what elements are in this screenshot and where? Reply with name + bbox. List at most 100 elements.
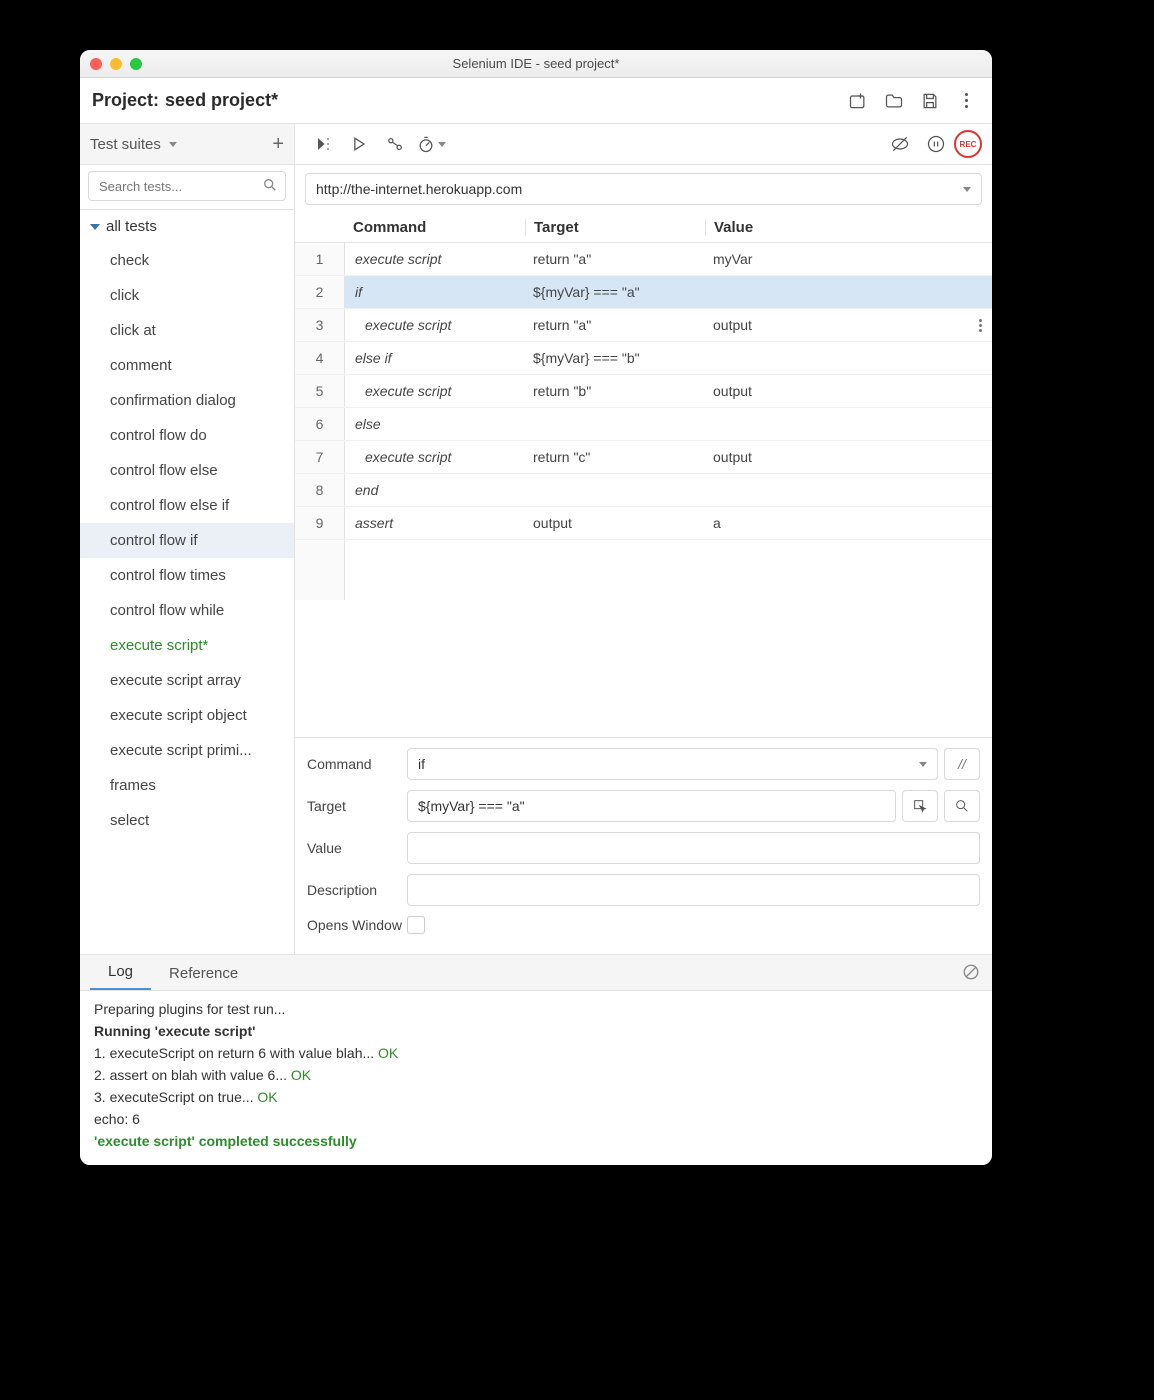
editor-description-input[interactable] [407,874,980,906]
test-item[interactable]: control flow do [80,418,294,453]
command-row[interactable]: 2if${myVar} === "a" [295,276,992,309]
editor-value-input[interactable] [407,832,980,864]
search-input[interactable] [88,171,286,201]
test-item[interactable]: execute script* [80,628,294,663]
base-url-value: http://the-internet.herokuapp.com [316,181,522,197]
command-rows: 1execute scriptreturn "a"myVar2if${myVar… [295,243,992,737]
row-target: return "a" [525,251,705,267]
command-row[interactable]: 4else if${myVar} === "b" [295,342,992,375]
opens-window-checkbox[interactable] [407,916,425,934]
row-command: if [345,284,525,300]
tab-log[interactable]: Log [90,955,151,990]
test-item[interactable]: control flow if [80,523,294,558]
add-suite-button[interactable]: + [272,133,284,156]
editor-target-label: Target [307,798,407,814]
command-row[interactable]: 7execute scriptreturn "c"output [295,441,992,474]
maximize-window-button[interactable] [130,58,142,70]
log-line: 3. executeScript on true... OK [94,1089,978,1105]
toolbar: REC [295,124,992,165]
row-command: else [345,416,525,432]
window-controls [90,58,142,70]
row-target: ${myVar} === "b" [525,350,705,366]
tab-reference[interactable]: Reference [151,957,256,990]
test-list: all tests checkclickclick atcommentconfi… [80,210,294,954]
test-item[interactable]: control flow times [80,558,294,593]
project-name[interactable]: seed project* [165,90,278,111]
test-item[interactable]: check [80,243,294,278]
row-number: 2 [295,276,345,308]
test-item[interactable]: control flow else if [80,488,294,523]
project-label: Project: [92,90,159,111]
editor-command-input[interactable]: if [407,748,938,780]
test-item[interactable]: frames [80,768,294,803]
test-item[interactable]: click at [80,313,294,348]
suite-node-all-tests[interactable]: all tests [80,210,294,243]
titlebar: Selenium IDE - seed project* [80,50,992,78]
command-row[interactable]: 8end [295,474,992,507]
base-url-input[interactable]: http://the-internet.herokuapp.com [305,173,982,205]
test-item[interactable]: confirmation dialog [80,383,294,418]
close-window-button[interactable] [90,58,102,70]
row-command: end [345,482,525,498]
test-item[interactable]: execute script primi... [80,733,294,768]
row-number: 8 [295,474,345,506]
test-item[interactable]: control flow while [80,593,294,628]
run-all-button[interactable] [305,128,341,160]
row-menu-button[interactable] [979,319,982,332]
speed-button[interactable] [413,128,449,160]
project-bar: Project: seed project* [80,78,992,124]
command-row[interactable]: 3execute scriptreturn "a"output [295,309,992,342]
pause-button[interactable] [918,128,954,160]
chevron-down-icon [963,187,971,192]
search-icon [262,177,278,196]
save-project-icon[interactable] [916,87,944,115]
main-panel: REC http://the-internet.herokuapp.com Co… [295,124,992,954]
editor-target-input[interactable]: ${myVar} === "a" [407,790,896,822]
test-item[interactable]: execute script array [80,663,294,698]
log-line: Preparing plugins for test run... [94,1001,978,1017]
app-window: Selenium IDE - seed project* Project: se… [80,50,992,1165]
select-target-button[interactable] [902,790,938,822]
chevron-down-icon [919,762,927,767]
header-target: Target [525,219,705,236]
row-number: 4 [295,342,345,374]
log-line: echo: 6 [94,1111,978,1127]
command-row[interactable]: 9assertoutputa [295,507,992,540]
row-number: 9 [295,507,345,539]
editor-description-label: Description [307,882,407,898]
test-item[interactable]: comment [80,348,294,383]
find-target-button[interactable] [944,790,980,822]
more-menu-button[interactable] [952,87,980,115]
row-command: execute script [345,383,525,399]
test-item[interactable]: click [80,278,294,313]
command-row[interactable]: 5execute scriptreturn "b"output [295,375,992,408]
row-number: 1 [295,243,345,275]
row-target: ${myVar} === "a" [525,284,705,300]
command-table-header: Command Target Value [295,213,992,243]
new-project-icon[interactable] [844,87,872,115]
window-title: Selenium IDE - seed project* [80,56,992,71]
row-command: execute script [345,449,525,465]
test-item[interactable]: control flow else [80,453,294,488]
command-editor: Command if // Target ${myVar} === "a" [295,737,992,954]
test-item[interactable]: execute script object [80,698,294,733]
test-item[interactable]: select [80,803,294,838]
step-over-button[interactable] [377,128,413,160]
clear-log-button[interactable] [962,963,980,984]
command-row[interactable]: 1execute scriptreturn "a"myVar [295,243,992,276]
bottom-panel: Log Reference Preparing plugins for test… [80,954,992,1165]
sidebar: Test suites + all tests checkclickc [80,124,295,954]
row-target: return "c" [525,449,705,465]
row-number: 5 [295,375,345,407]
bottom-tabs: Log Reference [80,955,992,991]
record-button[interactable]: REC [954,130,982,158]
toggle-comment-button[interactable]: // [944,748,980,780]
row-target: return "b" [525,383,705,399]
disable-breakpoints-button[interactable] [882,128,918,160]
run-current-button[interactable] [341,128,377,160]
command-row[interactable]: 6else [295,408,992,441]
suite-label: all tests [106,218,157,235]
open-project-icon[interactable] [880,87,908,115]
test-suites-header[interactable]: Test suites + [80,124,294,165]
minimize-window-button[interactable] [110,58,122,70]
